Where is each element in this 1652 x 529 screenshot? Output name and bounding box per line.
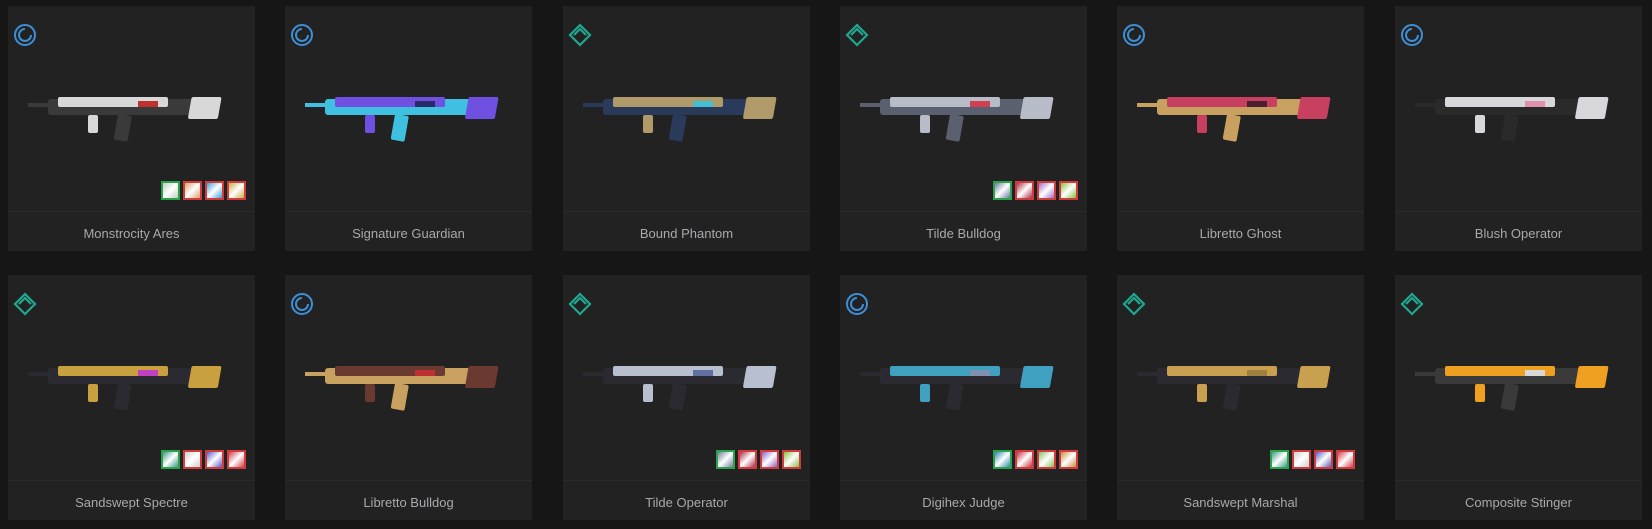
skin-name: Tilde Operator: [645, 495, 728, 510]
skin-name: Composite Stinger: [1465, 495, 1572, 510]
card-divider: [8, 211, 255, 212]
chroma-swatch[interactable]: [1037, 181, 1056, 200]
card-divider: [840, 480, 1087, 481]
skin-card[interactable]: Sandswept Marshal: [1117, 275, 1364, 520]
chroma-swatch[interactable]: [1059, 450, 1078, 469]
skin-card[interactable]: Signature Guardian: [285, 6, 532, 251]
chroma-swatch[interactable]: [1037, 450, 1056, 469]
card-divider: [8, 480, 255, 481]
card-divider: [1395, 211, 1642, 212]
ares-icon: [28, 97, 222, 142]
card-divider: [1117, 480, 1364, 481]
chroma-swatch[interactable]: [1314, 450, 1333, 469]
chroma-swatch[interactable]: [1270, 450, 1289, 469]
tier-blue-ring-icon: [14, 24, 36, 46]
skin-name: Libretto Bulldog: [363, 495, 454, 510]
card-divider: [840, 211, 1087, 212]
tier-blue-ring-icon: [291, 293, 313, 315]
phantom-icon: [583, 97, 777, 142]
chroma-swatches: [716, 450, 801, 469]
card-divider: [1117, 211, 1364, 212]
skin-name: Digihex Judge: [922, 495, 1005, 510]
skin-card[interactable]: Composite Stinger: [1395, 275, 1642, 520]
tier-blue-ring-icon: [846, 293, 868, 315]
tier-blue-ring-icon: [1401, 24, 1423, 46]
card-divider: [285, 211, 532, 212]
skin-card[interactable]: Blush Operator: [1395, 6, 1642, 251]
spectre-icon: [28, 366, 222, 411]
tier-teal-diamond-icon: [13, 292, 37, 316]
chroma-swatch[interactable]: [993, 181, 1012, 200]
chroma-swatch[interactable]: [1015, 181, 1034, 200]
skin-card[interactable]: Libretto Bulldog: [285, 275, 532, 520]
skin-card[interactable]: Bound Phantom: [563, 6, 810, 251]
tier-teal-diamond-icon: [1400, 292, 1424, 316]
operator-icon: [583, 366, 777, 411]
skin-card[interactable]: Libretto Ghost: [1117, 6, 1364, 251]
chroma-swatch[interactable]: [1336, 450, 1355, 469]
bulldog-icon: [305, 366, 499, 411]
operator-icon: [1415, 97, 1609, 142]
chroma-swatch[interactable]: [227, 450, 246, 469]
skin-card[interactable]: Monstrocity Ares: [8, 6, 255, 251]
bulldog-icon: [860, 97, 1054, 142]
tier-teal-diamond-icon: [845, 23, 869, 47]
chroma-swatch[interactable]: [161, 181, 180, 200]
skin-card[interactable]: Sandswept Spectre: [8, 275, 255, 520]
skin-name: Sandswept Marshal: [1183, 495, 1298, 510]
skin-name: Bound Phantom: [639, 226, 734, 241]
chroma-swatch[interactable]: [227, 181, 246, 200]
tier-blue-ring-icon: [291, 24, 313, 46]
chroma-swatch[interactable]: [716, 450, 735, 469]
skin-card[interactable]: Tilde Bulldog: [840, 6, 1087, 251]
skin-name: Libretto Ghost: [1199, 226, 1282, 241]
skin-name: Sandswept Spectre: [75, 495, 188, 510]
chroma-swatch[interactable]: [205, 450, 224, 469]
ghost-icon: [1137, 97, 1331, 142]
skin-name: Monstrocity Ares: [83, 226, 180, 241]
tier-blue-ring-icon: [1123, 24, 1145, 46]
card-divider: [1395, 480, 1642, 481]
chroma-swatches: [993, 450, 1078, 469]
tier-teal-diamond-icon: [568, 23, 592, 47]
chroma-swatches: [993, 181, 1078, 200]
chroma-swatch[interactable]: [782, 450, 801, 469]
guardian-icon: [305, 97, 499, 142]
marshal-icon: [1137, 366, 1331, 411]
chroma-swatch[interactable]: [993, 450, 1012, 469]
chroma-swatch[interactable]: [760, 450, 779, 469]
chroma-swatch[interactable]: [161, 450, 180, 469]
chroma-swatches: [1270, 450, 1355, 469]
judge-icon: [860, 366, 1054, 411]
chroma-swatches: [161, 181, 246, 200]
skin-card[interactable]: Tilde Operator: [563, 275, 810, 520]
card-divider: [563, 211, 810, 212]
skin-name: Tilde Bulldog: [926, 226, 1001, 241]
chroma-swatch[interactable]: [738, 450, 757, 469]
chroma-swatch[interactable]: [183, 181, 202, 200]
chroma-swatch[interactable]: [1059, 181, 1078, 200]
skin-name: Blush Operator: [1474, 226, 1563, 241]
skin-card[interactable]: Digihex Judge: [840, 275, 1087, 520]
skin-collection-grid: Monstrocity Ares Signature Guardian Boun…: [0, 0, 1652, 529]
chroma-swatch[interactable]: [183, 450, 202, 469]
tier-teal-diamond-icon: [568, 292, 592, 316]
chroma-swatch[interactable]: [1292, 450, 1311, 469]
chroma-swatch[interactable]: [1015, 450, 1034, 469]
chroma-swatch[interactable]: [205, 181, 224, 200]
card-divider: [563, 480, 810, 481]
card-divider: [285, 480, 532, 481]
skin-name: Signature Guardian: [352, 226, 465, 241]
chroma-swatches: [161, 450, 246, 469]
stinger-icon: [1415, 366, 1609, 411]
tier-teal-diamond-icon: [1122, 292, 1146, 316]
